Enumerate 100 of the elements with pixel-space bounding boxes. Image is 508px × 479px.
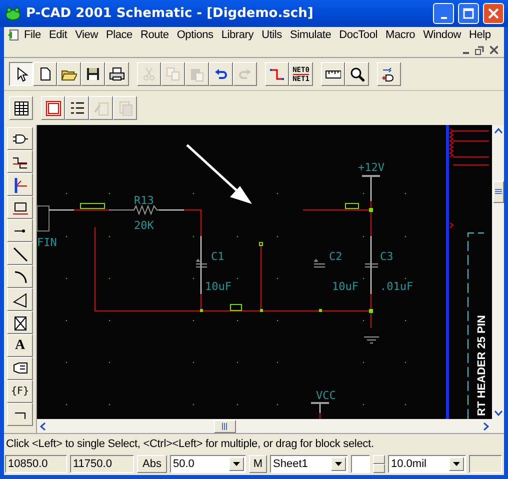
- absolute-toggle-button[interactable]: Abs: [137, 455, 167, 473]
- pointer-arrow: [186, 144, 252, 204]
- line-width-dropdown[interactable]: 10.0mil: [388, 455, 466, 473]
- window-title: P-CAD 2001 Schematic - [Digdemo.sch]: [26, 6, 314, 21]
- menu-item[interactable]: Place: [102, 29, 136, 41]
- partial-tool-button[interactable]: [7, 403, 33, 426]
- polygon-icon: [12, 292, 28, 308]
- menu-item[interactable]: Help: [465, 29, 495, 41]
- menu-item[interactable]: DocTool: [335, 29, 382, 41]
- grid-dropdown[interactable]: 50.0: [170, 455, 246, 473]
- measure-tool-button[interactable]: [321, 62, 345, 86]
- save-tool-button[interactable]: [81, 62, 105, 86]
- pin-tool-button[interactable]: [7, 219, 33, 242]
- ground-symbol: [364, 336, 380, 344]
- boxx-tool-button[interactable]: [7, 311, 33, 334]
- status-hint: Click <Left> to single Select, <Ctrl><Left> for multiple, or drag for block select.: [4, 433, 504, 453]
- capacitor-symbol: [314, 258, 326, 268]
- scroll-thumb[interactable]: [492, 181, 504, 203]
- grip-icon: [222, 422, 228, 430]
- table-tool-button[interactable]: [9, 96, 33, 120]
- close-icon: [488, 8, 499, 19]
- polygon-tool-button[interactable]: [7, 288, 33, 311]
- rect-tool-button[interactable]: [7, 196, 33, 219]
- copy-icon: [165, 66, 181, 82]
- document-icon: [8, 29, 20, 41]
- clipboard-icon: [189, 66, 205, 82]
- scissors-icon: [141, 66, 157, 82]
- schematic-label: 10uF: [332, 280, 358, 293]
- dropdown-caret-icon: [453, 462, 460, 466]
- frog-app-icon: [4, 6, 22, 22]
- x-coordinate-field: 10850.0: [5, 455, 67, 473]
- capacitor-symbol: [196, 258, 208, 268]
- restore-icon[interactable]: [475, 46, 484, 54]
- schematic-label: C3: [380, 250, 394, 263]
- line-tool-button[interactable]: [7, 242, 33, 265]
- undo-arrow-icon: [213, 66, 229, 82]
- maximize-button[interactable]: [458, 3, 479, 24]
- tag-icon: [12, 360, 28, 376]
- mode-button[interactable]: M: [249, 455, 267, 473]
- dropdown-caret-icon: [233, 462, 240, 466]
- arc-icon: [12, 268, 28, 284]
- minimize-icon: [440, 16, 446, 18]
- undo-tool-button[interactable]: [209, 62, 233, 86]
- menu-item[interactable]: View: [71, 29, 102, 41]
- menu-item[interactable]: Window: [419, 29, 466, 41]
- schematic-label: FIN: [37, 236, 57, 249]
- down-caret-icon: [494, 410, 502, 416]
- zoom-tool-button[interactable]: [345, 62, 369, 86]
- wire-tool-button[interactable]: [265, 62, 289, 86]
- printer-icon: [109, 66, 125, 82]
- grid-table-icon: [13, 100, 29, 116]
- new-tool-button[interactable]: [33, 62, 57, 86]
- left-caret-icon: [40, 422, 46, 430]
- pin-icon: [14, 228, 26, 232]
- y-coordinate-field: 11750.0: [70, 455, 134, 473]
- redo-arrow-icon: [237, 66, 253, 82]
- net-label-box: [230, 304, 242, 311]
- print-tool-button[interactable]: [105, 62, 129, 86]
- menu-item[interactable]: Library: [217, 29, 258, 41]
- minimize-button[interactable]: [433, 3, 454, 24]
- list-icon: [69, 100, 85, 116]
- select-tool-button[interactable]: [9, 62, 33, 86]
- tag-tool-button[interactable]: [7, 357, 33, 380]
- border-tool-button[interactable]: [41, 96, 65, 120]
- close-icon[interactable]: [490, 46, 498, 54]
- magnifier-icon: [349, 66, 365, 82]
- gate-tool-button[interactable]: [7, 127, 33, 150]
- close-button[interactable]: [483, 3, 504, 24]
- menu-item[interactable]: Edit: [44, 29, 72, 41]
- spinner[interactable]: [373, 455, 385, 473]
- schematic-label: 20K: [134, 219, 154, 232]
- scroll-thumb[interactable]: [214, 420, 236, 432]
- schematic-canvas[interactable]: +12V R13 20K FIN C1 C2 C3 10uF 10uF .01uF VCC RT HEADER 25 PIN: [37, 125, 492, 419]
- net-label-box: [345, 203, 359, 209]
- bus-tool-button[interactable]: [7, 173, 33, 196]
- simulate-tool-button[interactable]: [377, 62, 401, 86]
- text-tool-button[interactable]: A: [7, 334, 33, 357]
- up-caret-icon: [494, 128, 502, 134]
- dropdown-caret-icon: [335, 462, 342, 466]
- menu-item[interactable]: File: [20, 29, 45, 41]
- open-tool-button[interactable]: [57, 62, 81, 86]
- schematic-label: +12V: [358, 161, 384, 174]
- menu-item[interactable]: Macro: [382, 29, 420, 41]
- sheet-dropdown[interactable]: Sheet1: [270, 455, 348, 473]
- empty-field[interactable]: [351, 455, 370, 473]
- arc-tool-button[interactable]: [7, 265, 33, 288]
- list-tool-button[interactable]: [65, 96, 89, 120]
- menu-item[interactable]: Route: [136, 29, 173, 41]
- maximize-icon: [463, 8, 474, 19]
- diagonal-line-icon: [12, 246, 28, 262]
- schematic-label: VCC: [316, 389, 336, 402]
- menu-item[interactable]: Simulate: [286, 29, 336, 41]
- busentry-tool-button[interactable]: [7, 150, 33, 173]
- field-tool-button[interactable]: {F}: [7, 380, 33, 403]
- menu-item[interactable]: Options: [172, 29, 218, 41]
- menu-item[interactable]: Utils: [258, 29, 286, 41]
- schematic-label: R13: [134, 194, 154, 207]
- schematic-label: C1: [211, 250, 224, 263]
- crossed-box-icon: [12, 314, 28, 330]
- resistor-symbol: [108, 204, 160, 216]
